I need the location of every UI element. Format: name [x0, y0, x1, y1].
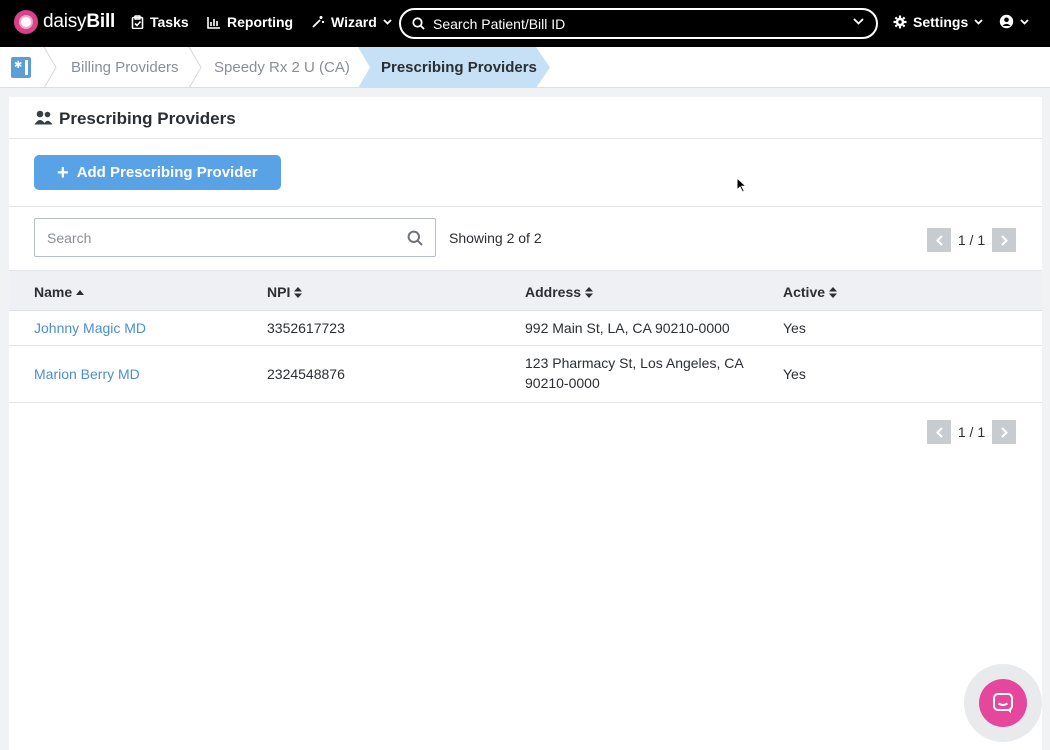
table-row: Johnny Magic MD 3352617723 992 Main St, …: [9, 311, 1042, 346]
card-header: Prescribing Providers: [9, 97, 1042, 139]
add-prescribing-provider-button[interactable]: + Add Prescribing Provider: [34, 155, 281, 190]
add-button-label: Add Prescribing Provider: [76, 164, 258, 181]
nav-tasks-label: Tasks: [150, 14, 189, 30]
sort-icon: [585, 286, 594, 298]
chevron-right-icon: [1000, 426, 1008, 438]
global-search-placeholder: Search Patient/Bill ID: [433, 15, 566, 32]
breadcrumb: ✱ Billing Providers Speedy Rx 2 U (CA) P…: [0, 47, 1050, 88]
column-header-npi-label: NPI: [267, 284, 291, 300]
table-search-input[interactable]: Search: [34, 218, 436, 257]
bar-chart-icon: [207, 16, 220, 29]
next-page-button[interactable]: [992, 228, 1016, 252]
provider-npi: 3352617723: [267, 320, 345, 336]
chat-launcher-button[interactable]: [979, 679, 1027, 727]
provider-address-line2: 90210-0000: [525, 375, 600, 391]
provider-address: 992 Main St, LA, CA 90210-0000: [525, 320, 730, 336]
breadcrumb-separator: [188, 47, 202, 88]
magic-wand-icon: [312, 16, 324, 28]
nav-wizard[interactable]: Wizard: [311, 14, 392, 30]
page-indicator: 1 / 1: [957, 232, 986, 248]
provider-address: 123 Pharmacy St, Los Angeles, CA 90210-0…: [525, 353, 744, 393]
nav-settings[interactable]: Settings: [893, 14, 983, 30]
chevron-down-icon[interactable]: [853, 18, 864, 25]
global-search-input[interactable]: Search Patient/Bill ID: [399, 8, 878, 39]
mouse-cursor-icon: [736, 177, 747, 193]
table-header: Name NPI Address Active: [9, 270, 1042, 311]
column-header-name[interactable]: Name: [34, 284, 85, 300]
chevron-down-icon: [383, 19, 392, 25]
provider-active: Yes: [783, 366, 806, 382]
provider-active: Yes: [783, 320, 806, 336]
column-header-address-label: Address: [525, 284, 582, 300]
brand-logo[interactable]: daisyBill: [14, 10, 115, 34]
nav-reporting-label: Reporting: [227, 14, 294, 30]
sort-asc-icon: [76, 289, 85, 295]
breadcrumb-current: Prescribing Providers: [381, 59, 537, 76]
prev-page-button[interactable]: [927, 228, 951, 252]
breadcrumb-separator: [43, 47, 57, 88]
next-page-button[interactable]: [992, 420, 1016, 444]
user-circle-icon: [999, 14, 1014, 29]
page-indicator: 1 / 1: [957, 424, 986, 440]
intercom-chat-icon: [993, 693, 1013, 713]
nav-reporting[interactable]: Reporting: [207, 14, 293, 30]
column-header-active-label: Active: [783, 284, 826, 300]
pagination-top: 1 / 1: [927, 228, 1016, 252]
sort-icon: [829, 286, 838, 298]
home-icon[interactable]: ✱: [11, 57, 31, 78]
account-menu[interactable]: [999, 14, 1029, 29]
user-group-icon: [34, 110, 53, 125]
pagination-bottom: 1 / 1: [927, 420, 1016, 444]
provider-address-line1: 123 Pharmacy St, Los Angeles, CA: [525, 355, 744, 371]
breadcrumb-billing-providers[interactable]: Billing Providers: [71, 59, 179, 76]
clipboard-check-icon: [131, 15, 144, 29]
sort-icon: [294, 286, 303, 298]
daisy-flower-icon: [14, 10, 38, 34]
search-icon: [412, 17, 425, 30]
nav-tasks[interactable]: Tasks: [131, 14, 189, 30]
provider-name-link[interactable]: Marion Berry MD: [34, 364, 140, 384]
chevron-right-icon: [1000, 234, 1008, 246]
provider-npi: 2324548876: [267, 366, 345, 382]
divider: [9, 206, 1042, 207]
search-icon: [407, 230, 423, 246]
page-title: Prescribing Providers: [59, 109, 236, 128]
column-header-active[interactable]: Active: [783, 284, 838, 300]
gear-icon: [893, 15, 907, 29]
chevron-down-icon: [974, 19, 983, 25]
provider-name-link[interactable]: Johnny Magic MD: [34, 318, 146, 338]
chevron-left-icon: [935, 234, 943, 246]
chevron-left-icon: [935, 426, 943, 438]
breadcrumb-speedy-rx[interactable]: Speedy Rx 2 U (CA): [214, 59, 350, 76]
column-header-npi[interactable]: NPI: [267, 284, 303, 300]
column-header-address[interactable]: Address: [525, 284, 594, 300]
providers-card: Prescribing Providers + Add Prescribing …: [9, 97, 1042, 750]
results-count: Showing 2 of 2: [449, 230, 542, 246]
brand-name: daisyBill: [43, 11, 116, 32]
nav-settings-label: Settings: [913, 14, 969, 30]
table-row: Marion Berry MD 2324548876 123 Pharmacy …: [9, 346, 1042, 403]
chevron-down-icon: [1020, 18, 1029, 25]
table-search-placeholder: Search: [47, 229, 92, 246]
plus-icon: +: [57, 161, 69, 184]
top-navbar: daisyBill Tasks Reporting Wizard Search …: [0, 0, 1050, 47]
prev-page-button[interactable]: [927, 420, 951, 444]
column-header-name-label: Name: [34, 284, 73, 300]
nav-wizard-label: Wizard: [331, 14, 377, 30]
